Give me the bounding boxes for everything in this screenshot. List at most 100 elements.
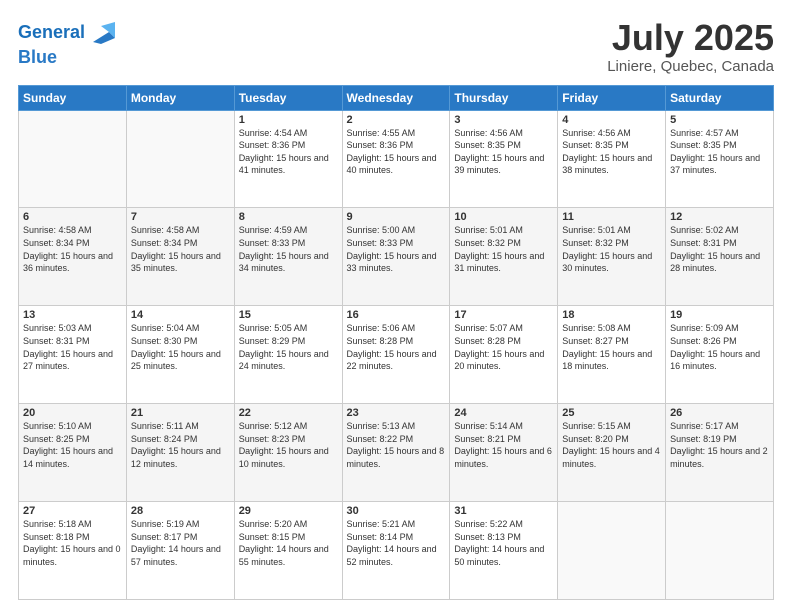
day-number: 24 [454, 407, 553, 419]
day-number: 6 [23, 211, 122, 223]
day-info: Sunrise: 5:01 AMSunset: 8:32 PMDaylight:… [454, 224, 553, 274]
day-number: 5 [670, 114, 769, 126]
cal-cell-w1-d2: 8Sunrise: 4:59 AMSunset: 8:33 PMDaylight… [234, 208, 342, 306]
week-row-3: 20Sunrise: 5:10 AMSunset: 8:25 PMDayligh… [19, 404, 774, 502]
cal-cell-w0-d5: 4Sunrise: 4:56 AMSunset: 8:35 PMDaylight… [558, 110, 666, 208]
day-info: Sunrise: 5:20 AMSunset: 8:15 PMDaylight:… [239, 518, 338, 568]
day-info: Sunrise: 5:04 AMSunset: 8:30 PMDaylight:… [131, 322, 230, 372]
main-title: July 2025 [607, 18, 774, 58]
day-info: Sunrise: 5:12 AMSunset: 8:23 PMDaylight:… [239, 420, 338, 470]
cal-cell-w2-d1: 14Sunrise: 5:04 AMSunset: 8:30 PMDayligh… [126, 306, 234, 404]
cal-cell-w2-d2: 15Sunrise: 5:05 AMSunset: 8:29 PMDayligh… [234, 306, 342, 404]
day-info: Sunrise: 5:02 AMSunset: 8:31 PMDaylight:… [670, 224, 769, 274]
day-number: 29 [239, 505, 338, 517]
day-info: Sunrise: 4:54 AMSunset: 8:36 PMDaylight:… [239, 127, 338, 177]
day-number: 2 [347, 114, 446, 126]
day-info: Sunrise: 4:55 AMSunset: 8:36 PMDaylight:… [347, 127, 446, 177]
cal-cell-w4-d3: 30Sunrise: 5:21 AMSunset: 8:14 PMDayligh… [342, 502, 450, 600]
cal-cell-w3-d5: 25Sunrise: 5:15 AMSunset: 8:20 PMDayligh… [558, 404, 666, 502]
calendar-table: Sunday Monday Tuesday Wednesday Thursday… [18, 85, 774, 600]
cal-cell-w1-d6: 12Sunrise: 5:02 AMSunset: 8:31 PMDayligh… [666, 208, 774, 306]
cal-cell-w1-d0: 6Sunrise: 4:58 AMSunset: 8:34 PMDaylight… [19, 208, 127, 306]
cal-cell-w3-d6: 26Sunrise: 5:17 AMSunset: 8:19 PMDayligh… [666, 404, 774, 502]
header-sunday: Sunday [19, 85, 127, 110]
day-number: 21 [131, 407, 230, 419]
day-info: Sunrise: 5:15 AMSunset: 8:20 PMDaylight:… [562, 420, 661, 470]
day-number: 16 [347, 309, 446, 321]
header-tuesday: Tuesday [234, 85, 342, 110]
day-info: Sunrise: 4:56 AMSunset: 8:35 PMDaylight:… [562, 127, 661, 177]
day-number: 4 [562, 114, 661, 126]
cal-cell-w1-d5: 11Sunrise: 5:01 AMSunset: 8:32 PMDayligh… [558, 208, 666, 306]
day-info: Sunrise: 5:06 AMSunset: 8:28 PMDaylight:… [347, 322, 446, 372]
cal-cell-w4-d1: 28Sunrise: 5:19 AMSunset: 8:17 PMDayligh… [126, 502, 234, 600]
day-number: 30 [347, 505, 446, 517]
day-info: Sunrise: 4:59 AMSunset: 8:33 PMDaylight:… [239, 224, 338, 274]
day-info: Sunrise: 5:05 AMSunset: 8:29 PMDaylight:… [239, 322, 338, 372]
day-number: 8 [239, 211, 338, 223]
day-number: 14 [131, 309, 230, 321]
day-number: 28 [131, 505, 230, 517]
cal-cell-w2-d5: 18Sunrise: 5:08 AMSunset: 8:27 PMDayligh… [558, 306, 666, 404]
day-number: 13 [23, 309, 122, 321]
calendar-header-row: Sunday Monday Tuesday Wednesday Thursday… [19, 85, 774, 110]
cal-cell-w1-d3: 9Sunrise: 5:00 AMSunset: 8:33 PMDaylight… [342, 208, 450, 306]
day-info: Sunrise: 5:01 AMSunset: 8:32 PMDaylight:… [562, 224, 661, 274]
day-number: 12 [670, 211, 769, 223]
day-info: Sunrise: 5:21 AMSunset: 8:14 PMDaylight:… [347, 518, 446, 568]
week-row-2: 13Sunrise: 5:03 AMSunset: 8:31 PMDayligh… [19, 306, 774, 404]
cal-cell-w1-d4: 10Sunrise: 5:01 AMSunset: 8:32 PMDayligh… [450, 208, 558, 306]
day-number: 20 [23, 407, 122, 419]
cal-cell-w3-d4: 24Sunrise: 5:14 AMSunset: 8:21 PMDayligh… [450, 404, 558, 502]
day-info: Sunrise: 5:07 AMSunset: 8:28 PMDaylight:… [454, 322, 553, 372]
header-thursday: Thursday [450, 85, 558, 110]
cal-cell-w4-d6 [666, 502, 774, 600]
day-number: 7 [131, 211, 230, 223]
cal-cell-w0-d0 [19, 110, 127, 208]
day-number: 27 [23, 505, 122, 517]
day-info: Sunrise: 5:11 AMSunset: 8:24 PMDaylight:… [131, 420, 230, 470]
day-info: Sunrise: 5:08 AMSunset: 8:27 PMDaylight:… [562, 322, 661, 372]
day-number: 10 [454, 211, 553, 223]
day-number: 19 [670, 309, 769, 321]
day-info: Sunrise: 4:58 AMSunset: 8:34 PMDaylight:… [131, 224, 230, 274]
logo-text2: Blue [18, 48, 57, 68]
cal-cell-w0-d6: 5Sunrise: 4:57 AMSunset: 8:35 PMDaylight… [666, 110, 774, 208]
cal-cell-w4-d0: 27Sunrise: 5:18 AMSunset: 8:18 PMDayligh… [19, 502, 127, 600]
day-info: Sunrise: 5:18 AMSunset: 8:18 PMDaylight:… [23, 518, 122, 568]
cal-cell-w3-d3: 23Sunrise: 5:13 AMSunset: 8:22 PMDayligh… [342, 404, 450, 502]
day-number: 22 [239, 407, 338, 419]
cal-cell-w2-d3: 16Sunrise: 5:06 AMSunset: 8:28 PMDayligh… [342, 306, 450, 404]
cal-cell-w0-d2: 1Sunrise: 4:54 AMSunset: 8:36 PMDaylight… [234, 110, 342, 208]
subtitle: Liniere, Quebec, Canada [607, 58, 774, 75]
cal-cell-w3-d1: 21Sunrise: 5:11 AMSunset: 8:24 PMDayligh… [126, 404, 234, 502]
cal-cell-w4-d5 [558, 502, 666, 600]
day-info: Sunrise: 5:00 AMSunset: 8:33 PMDaylight:… [347, 224, 446, 274]
cal-cell-w2-d6: 19Sunrise: 5:09 AMSunset: 8:26 PMDayligh… [666, 306, 774, 404]
header-friday: Friday [558, 85, 666, 110]
cal-cell-w4-d2: 29Sunrise: 5:20 AMSunset: 8:15 PMDayligh… [234, 502, 342, 600]
header-saturday: Saturday [666, 85, 774, 110]
cal-cell-w0-d1 [126, 110, 234, 208]
day-info: Sunrise: 5:22 AMSunset: 8:13 PMDaylight:… [454, 518, 553, 568]
logo-icon [87, 18, 117, 48]
cal-cell-w3-d0: 20Sunrise: 5:10 AMSunset: 8:25 PMDayligh… [19, 404, 127, 502]
day-number: 15 [239, 309, 338, 321]
title-block: July 2025 Liniere, Quebec, Canada [607, 18, 774, 75]
week-row-4: 27Sunrise: 5:18 AMSunset: 8:18 PMDayligh… [19, 502, 774, 600]
day-info: Sunrise: 5:13 AMSunset: 8:22 PMDaylight:… [347, 420, 446, 470]
day-number: 17 [454, 309, 553, 321]
cal-cell-w2-d4: 17Sunrise: 5:07 AMSunset: 8:28 PMDayligh… [450, 306, 558, 404]
cal-cell-w2-d0: 13Sunrise: 5:03 AMSunset: 8:31 PMDayligh… [19, 306, 127, 404]
day-info: Sunrise: 4:58 AMSunset: 8:34 PMDaylight:… [23, 224, 122, 274]
cal-cell-w0-d4: 3Sunrise: 4:56 AMSunset: 8:35 PMDaylight… [450, 110, 558, 208]
day-number: 26 [670, 407, 769, 419]
week-row-0: 1Sunrise: 4:54 AMSunset: 8:36 PMDaylight… [19, 110, 774, 208]
day-info: Sunrise: 5:03 AMSunset: 8:31 PMDaylight:… [23, 322, 122, 372]
header-monday: Monday [126, 85, 234, 110]
header-wednesday: Wednesday [342, 85, 450, 110]
day-number: 25 [562, 407, 661, 419]
day-number: 3 [454, 114, 553, 126]
day-number: 18 [562, 309, 661, 321]
logo: General Blue [18, 18, 117, 68]
